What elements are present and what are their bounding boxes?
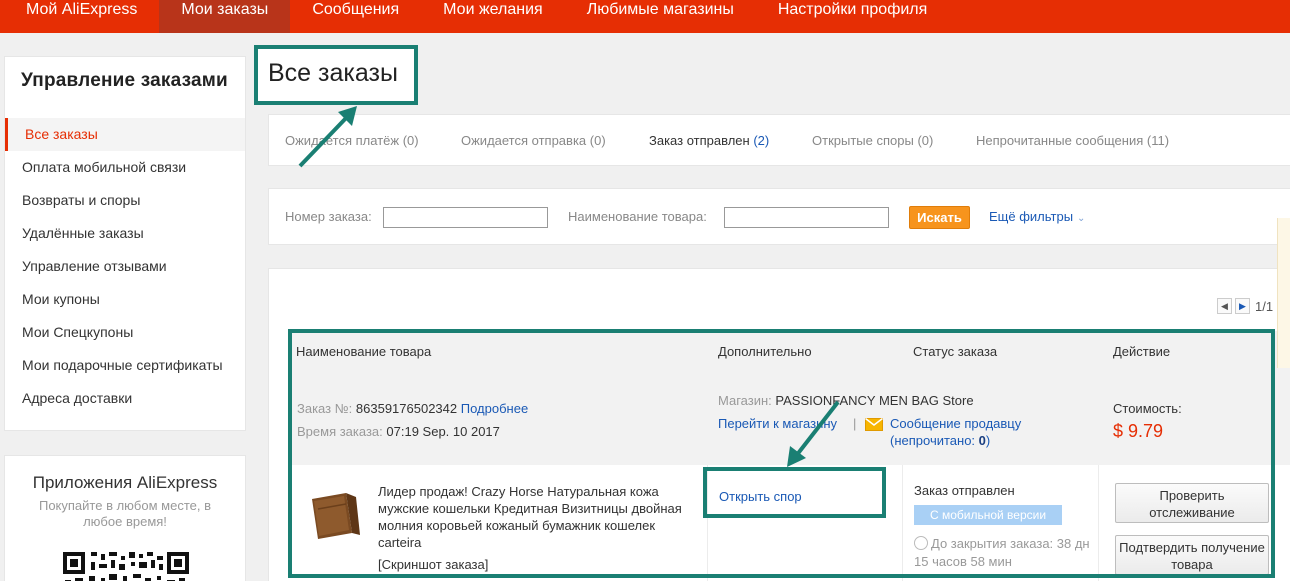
sidebar-item-gift-cards[interactable]: Мои подарочные сертификаты bbox=[5, 349, 245, 382]
product-name-label: Наименование товара: bbox=[568, 209, 707, 224]
page-title-highlight: Все заказы bbox=[254, 45, 418, 105]
tab-count: (0) bbox=[589, 133, 606, 148]
tab-label: Ожидается отправка bbox=[461, 133, 587, 148]
tab-label: Непрочитанные сообщения bbox=[976, 133, 1144, 148]
order-number-input[interactable] bbox=[383, 207, 548, 228]
sidebar-item-all-orders[interactable]: Все заказы bbox=[5, 118, 245, 151]
sidebar-item-returns-disputes[interactable]: Возвраты и споры bbox=[5, 184, 245, 217]
product-name-input[interactable] bbox=[724, 207, 889, 228]
order-number-label: Номер заказа: bbox=[285, 209, 372, 224]
pagination: ◀ ▶ 1/1 bbox=[1217, 298, 1273, 314]
tab-awaiting-shipment[interactable]: Ожидается отправка (0) bbox=[461, 133, 606, 148]
nav-my-aliexpress[interactable]: Мой AliExpress bbox=[0, 0, 159, 33]
nav-profile-settings[interactable]: Настройки профиля bbox=[756, 0, 949, 33]
side-banner-edge bbox=[1277, 218, 1290, 368]
sidebar-item-special-coupons[interactable]: Мои Спецкупоны bbox=[5, 316, 245, 349]
tab-count: (2) bbox=[753, 133, 770, 148]
sidebar-menu: Все заказы Оплата мобильной связи Возвра… bbox=[5, 118, 245, 415]
sidebar: Управление заказами Все заказы Оплата мо… bbox=[4, 56, 246, 431]
apps-subtitle: Покупайте в любом месте, в любое время! bbox=[38, 498, 211, 529]
chevron-down-icon: ⌄ bbox=[1077, 213, 1086, 224]
order-status-tabs: Ожидается платёж (0) Ожидается отправка … bbox=[268, 114, 1290, 166]
sidebar-item-addresses[interactable]: Адреса доставки bbox=[5, 382, 245, 415]
order-highlight-frame bbox=[288, 329, 1275, 578]
top-nav: Мой AliExpress Мои заказы Сообщения Мои … bbox=[0, 0, 1290, 33]
sidebar-title: Управление заказами bbox=[21, 70, 228, 91]
tab-count: (0) bbox=[402, 133, 419, 148]
sidebar-item-feedback[interactable]: Управление отзывами bbox=[5, 250, 245, 283]
tab-awaiting-payment[interactable]: Ожидается платёж (0) bbox=[285, 133, 419, 148]
tab-shipped[interactable]: Заказ отправлен (2) bbox=[649, 133, 769, 148]
page-title: Все заказы bbox=[268, 59, 398, 87]
tab-open-disputes[interactable]: Открытые споры (0) bbox=[812, 133, 933, 148]
nav-favorite-stores[interactable]: Любимые магазины bbox=[565, 0, 756, 33]
search-button[interactable]: Искать bbox=[909, 206, 970, 229]
dispute-highlight-frame bbox=[703, 467, 886, 518]
tab-label: Открытые споры bbox=[812, 133, 914, 148]
tab-label: Ожидается платёж bbox=[285, 133, 400, 148]
sidebar-item-mobile-payment[interactable]: Оплата мобильной связи bbox=[5, 151, 245, 184]
more-filters-label: Ещё фильтры bbox=[989, 209, 1074, 224]
more-filters-link[interactable]: Ещё фильтры ⌄ bbox=[989, 209, 1085, 224]
tab-label: Заказ отправлен bbox=[649, 133, 750, 148]
tab-count: (0) bbox=[917, 133, 934, 148]
apps-title: Приложения AliExpress bbox=[32, 473, 218, 492]
qr-code-icon[interactable] bbox=[61, 550, 191, 581]
nav-my-orders[interactable]: Мои заказы bbox=[159, 0, 291, 33]
order-filters: Номер заказа: Наименование товара: Искат… bbox=[268, 188, 1290, 245]
sidebar-item-coupons[interactable]: Мои купоны bbox=[5, 283, 245, 316]
prev-page-icon[interactable]: ◀ bbox=[1217, 298, 1232, 314]
tab-unread-messages[interactable]: Непрочитанные сообщения (11) bbox=[976, 133, 1169, 148]
next-page-icon[interactable]: ▶ bbox=[1235, 298, 1250, 314]
apps-promo: Приложения AliExpress Покупайте в любом … bbox=[4, 455, 246, 581]
nav-wishlist[interactable]: Мои желания bbox=[421, 0, 565, 33]
tab-count: (11) bbox=[1146, 133, 1170, 148]
page-indicator: 1/1 bbox=[1255, 298, 1274, 314]
nav-messages[interactable]: Сообщения bbox=[290, 0, 421, 33]
sidebar-item-deleted-orders[interactable]: Удалённые заказы bbox=[5, 217, 245, 250]
